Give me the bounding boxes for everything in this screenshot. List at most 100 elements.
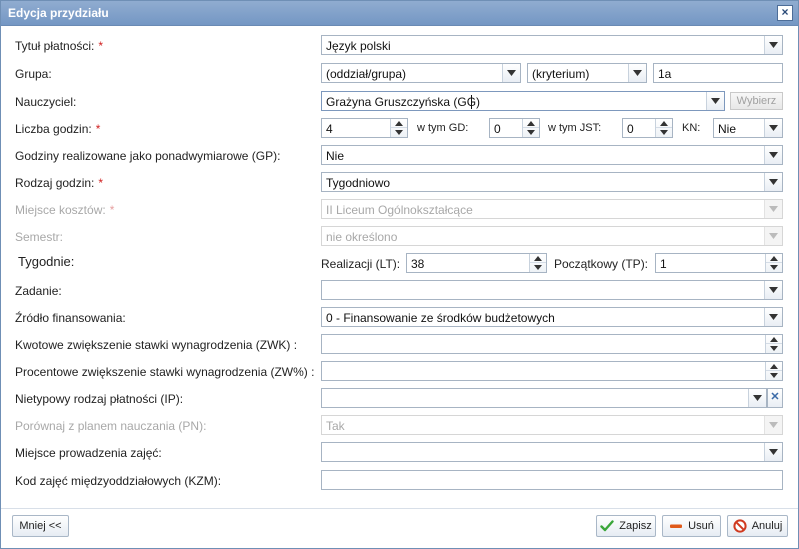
row-pn: Porównaj z planem nauczania (PN): Tak bbox=[1, 415, 798, 437]
chevron-down-icon[interactable] bbox=[706, 92, 724, 110]
spin-up-icon[interactable] bbox=[766, 335, 782, 344]
tp-stepper[interactable]: 1 bbox=[655, 253, 783, 273]
row-gp: Godziny realizowane jako ponadwymiarowe … bbox=[1, 145, 798, 167]
lt-label: Realizacji (LT): bbox=[321, 257, 401, 271]
assignment-form: Tytuł płatności: * Język polski Grupa: (o… bbox=[1, 26, 798, 506]
cancel-button-label: Anuluj bbox=[751, 520, 783, 532]
semestr-select: nie określono bbox=[321, 226, 783, 246]
spin-down-icon[interactable] bbox=[766, 344, 782, 353]
spinner bbox=[655, 119, 672, 137]
chevron-down-icon[interactable] bbox=[764, 119, 782, 137]
row-miejsce-kosztow: Miejsce kosztów: * II Liceum Ogólnokształ… bbox=[1, 199, 798, 221]
miejsce-kosztow-label: Miejsce kosztów: * bbox=[15, 203, 115, 217]
chevron-down-icon[interactable] bbox=[764, 443, 782, 461]
tygodnie-label: Tygodnie: bbox=[18, 254, 75, 269]
chevron-down-icon[interactable] bbox=[764, 146, 782, 164]
rodzaj-select[interactable]: Tygodniowo bbox=[321, 172, 783, 192]
kn-label: KN: bbox=[682, 122, 701, 134]
spin-down-icon[interactable] bbox=[391, 128, 407, 137]
spinner bbox=[765, 254, 782, 272]
gp-select[interactable]: Nie bbox=[321, 145, 783, 165]
liczba-value: 4 bbox=[326, 122, 333, 136]
oddzial-select[interactable]: (oddział/grupa) bbox=[321, 63, 521, 83]
row-zadanie: Zadanie: bbox=[1, 280, 798, 302]
row-zwk: Kwotowe zwiększenie stawki wynagrodzenia… bbox=[1, 334, 798, 356]
spinner bbox=[390, 119, 407, 137]
zadanie-label: Zadanie: bbox=[15, 284, 62, 298]
tytul-select[interactable]: Język polski bbox=[321, 35, 783, 55]
minus-icon bbox=[670, 524, 683, 528]
clear-button[interactable]: ✕ bbox=[767, 388, 783, 408]
spin-up-icon[interactable] bbox=[530, 254, 546, 263]
row-nauczyciel: Nauczyciel: Grażyna Gruszczyńska (GG) Wy… bbox=[1, 91, 798, 113]
zwp-stepper[interactable] bbox=[321, 361, 783, 381]
zrodlo-label: Źródło finansowania: bbox=[15, 311, 126, 325]
ip-select[interactable] bbox=[321, 388, 767, 408]
spin-down-icon[interactable] bbox=[766, 371, 782, 380]
spin-up-icon[interactable] bbox=[523, 119, 539, 128]
jst-stepper[interactable]: 0 bbox=[622, 118, 673, 138]
less-button[interactable]: Mniej << bbox=[12, 515, 69, 537]
spin-up-icon[interactable] bbox=[766, 362, 782, 371]
spinner bbox=[529, 254, 546, 272]
grupa-text-input[interactable]: 1a bbox=[653, 63, 783, 83]
tytul-value: Język polski bbox=[326, 39, 391, 53]
kryterium-select[interactable]: (kryterium) bbox=[527, 63, 647, 83]
jst-value: 0 bbox=[627, 122, 634, 136]
ip-label: Nietypowy rodzaj płatności (IP): bbox=[15, 392, 184, 406]
semestr-value: nie określono bbox=[326, 230, 398, 244]
row-grupa: Grupa: (oddział/grupa) (kryterium) 1a bbox=[1, 63, 798, 85]
spin-up-icon[interactable] bbox=[391, 119, 407, 128]
zrodlo-select[interactable]: 0 - Finansowanie ze środków budżetowych bbox=[321, 307, 783, 327]
delete-button-label: Usuń bbox=[688, 520, 714, 532]
miejsce-kosztow-select: II Liceum Ogólnokształcące bbox=[321, 199, 783, 219]
chevron-down-icon[interactable] bbox=[764, 281, 782, 299]
zadanie-select[interactable] bbox=[321, 280, 783, 300]
chevron-down-icon[interactable] bbox=[628, 64, 646, 82]
nauczyciel-combobox[interactable]: Grażyna Gruszczyńska (GG) bbox=[321, 91, 725, 111]
chevron-down-icon[interactable] bbox=[502, 64, 520, 82]
row-tytul: Tytuł płatności: * Język polski bbox=[1, 35, 798, 57]
zwk-stepper[interactable] bbox=[321, 334, 783, 354]
lt-stepper[interactable]: 38 bbox=[406, 253, 547, 273]
delete-button[interactable]: Usuń bbox=[662, 515, 721, 537]
save-button-label: Zapisz bbox=[619, 520, 652, 532]
required-mark: * bbox=[98, 176, 104, 190]
title-bar[interactable]: Edycja przydziału × bbox=[1, 1, 798, 26]
spin-up-icon[interactable] bbox=[766, 254, 782, 263]
save-button[interactable]: Zapisz bbox=[596, 515, 656, 537]
pn-label: Porównaj z planem nauczania (PN): bbox=[15, 419, 207, 433]
chevron-down-icon bbox=[764, 200, 782, 218]
kzm-input[interactable] bbox=[321, 470, 783, 490]
grupa-label: Grupa: bbox=[15, 67, 52, 81]
chevron-down-icon[interactable] bbox=[764, 173, 782, 191]
spin-down-icon[interactable] bbox=[523, 128, 539, 137]
tp-label: Początkowy (TP): bbox=[554, 257, 649, 271]
spinner bbox=[522, 119, 539, 137]
spin-down-icon[interactable] bbox=[530, 263, 546, 272]
semestr-label: Semestr: bbox=[15, 230, 64, 244]
row-liczba-godzin: Liczba godzin: * 4 w tym GD: 0 w tym JST:… bbox=[1, 118, 798, 140]
cancel-button[interactable]: Anuluj bbox=[727, 515, 788, 537]
dialog-window: Edycja przydziału × Tytuł płatności: * Ję… bbox=[0, 0, 799, 549]
gp-value: Nie bbox=[326, 149, 345, 163]
close-button[interactable]: × bbox=[777, 5, 793, 21]
gd-stepper[interactable]: 0 bbox=[489, 118, 540, 138]
gd-value: 0 bbox=[494, 122, 501, 136]
required-mark: * bbox=[98, 39, 104, 53]
tp-value: 1 bbox=[660, 257, 667, 271]
wybierz-button[interactable]: Wybierz bbox=[730, 92, 783, 110]
miejsce-zajec-select[interactable] bbox=[321, 442, 783, 462]
tytul-label: Tytuł płatności: * bbox=[15, 39, 104, 53]
spin-up-icon[interactable] bbox=[656, 119, 672, 128]
chevron-down-icon[interactable] bbox=[764, 36, 782, 54]
spin-down-icon[interactable] bbox=[766, 263, 782, 272]
spin-down-icon[interactable] bbox=[656, 128, 672, 137]
row-semestr: Semestr: nie określono bbox=[1, 226, 798, 248]
chevron-down-icon[interactable] bbox=[764, 308, 782, 326]
kzm-label: Kod zajęć międzyoddziałowych (KZM): bbox=[15, 474, 222, 488]
pn-select: Tak bbox=[321, 415, 783, 435]
liczba-godzin-stepper[interactable]: 4 bbox=[321, 118, 408, 138]
kn-select[interactable]: Nie bbox=[713, 118, 783, 138]
chevron-down-icon[interactable] bbox=[748, 389, 766, 407]
